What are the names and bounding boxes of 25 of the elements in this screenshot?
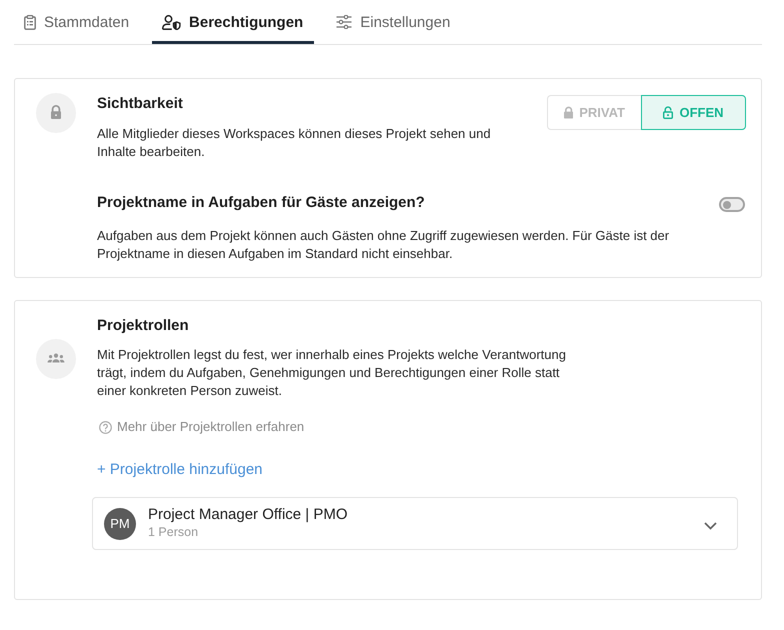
section-description: Alle Mitglieder dieses Workspaces können dieses Projekt sehen und Inhalte bearbeiten.: [97, 125, 492, 161]
section-title: Projektrollen: [97, 317, 190, 335]
role-row[interactable]: PM Project Manager Office | PMO 1 Person: [92, 497, 738, 550]
section-title: Projektname in Aufgaben für Gäste anzeigen?: [97, 194, 425, 212]
role-name: Project Manager Office | PMO: [148, 506, 349, 524]
lock-icon: [36, 93, 76, 133]
toggle-switch[interactable]: [719, 197, 745, 212]
user-shield-icon: [162, 14, 182, 30]
help-icon: [99, 420, 112, 434]
group-icon: [36, 338, 76, 378]
tab[interactable]: Berechtigungen: [152, 0, 314, 44]
sliders-icon: [336, 15, 352, 29]
tab[interactable]: Stammdaten: [14, 0, 140, 44]
section-description: Mit Projektrollen legst du fest, wer innerhalb eines Projekts welche Verantwortung trägt, indem du Aufgaben, Genehmigungen und Berechtigungen einer Rolle statt einer konkreten Person zuweist.: [97, 346, 567, 400]
help-link[interactable]: Mehr über Projektrollen erfahren: [97, 419, 304, 435]
section-title: Sichtbarkeit: [97, 95, 184, 113]
unlock-icon: [663, 106, 674, 119]
lock-icon: [564, 106, 574, 119]
clipboard-icon: [24, 14, 36, 30]
section-description: Aufgaben aus dem Projekt können auch Gästen ohne Zugriff zugewiesen werden. Für Gäste ist der Projektname in diesen Aufgaben im Standard nicht einsehbar.: [97, 227, 670, 263]
chevron-icon[interactable]: [704, 522, 717, 530]
tab[interactable]: Einstellungen: [326, 0, 462, 44]
add-role-link[interactable]: + Projektrolle hinzufügen: [97, 461, 263, 479]
role-member-count: 1 Person: [148, 524, 200, 540]
avatar-initials: PM: [104, 508, 136, 540]
